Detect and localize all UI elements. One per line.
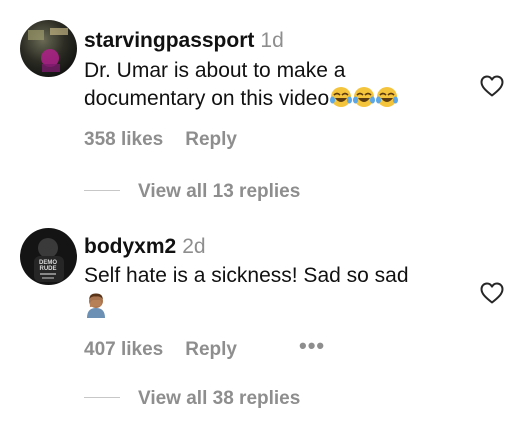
reply-button[interactable]: Reply [185,339,237,360]
comment-text-line: Self hate is a sickness! Sad so sad [84,264,409,287]
comment-text-line: documentary on this video [84,85,454,117]
like-count[interactable]: 407 likes [84,339,163,360]
reply-button[interactable]: Reply [185,129,237,150]
more-options-icon[interactable]: ••• [299,334,325,358]
man-facepalming-emoji-icon [84,292,108,326]
view-replies-label: View all 38 replies [138,388,301,409]
comment-timestamp[interactable]: 1d [260,29,283,52]
avatar-image [20,20,77,77]
avatar[interactable]: DEMO RUDE [20,228,77,285]
svg-text:RUDE: RUDE [39,266,56,272]
comment-text-segment: documentary on this video [84,87,330,110]
comment-username[interactable]: bodyxm2 [84,235,176,258]
heart-outline-icon[interactable] [480,75,504,97]
comment-text-line: Dr. Umar is about to make a [84,59,346,82]
comment-text-line [84,290,454,318]
heart-outline-icon[interactable] [480,282,504,304]
comment-timestamp[interactable]: 2d [182,235,205,258]
tears-of-joy-emoji-icon [330,85,400,117]
comment-text: Dr. Umar is about to make a documentary … [84,57,454,117]
view-replies-button[interactable]: View all 13 replies [84,181,300,205]
divider-line [84,397,120,398]
comment-text: Self hate is a sickness! Sad so sad [84,262,454,318]
view-replies-label: View all 13 replies [138,181,301,202]
view-replies-button[interactable]: View all 38 replies [84,388,300,412]
divider-line [84,190,120,191]
avatar[interactable] [20,20,77,77]
like-count[interactable]: 358 likes [84,129,163,150]
avatar-image: DEMO RUDE [20,228,77,285]
comment-username[interactable]: starvingpassport [84,29,254,52]
